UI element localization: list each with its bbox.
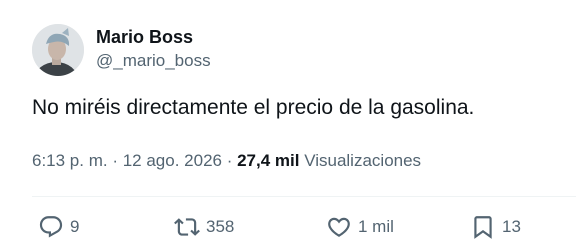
bookmark-button[interactable]: 13: [470, 207, 521, 247]
avatar-image: [32, 24, 84, 76]
retweet-icon: [174, 214, 200, 240]
user-handle[interactable]: @_mario_boss: [96, 50, 211, 72]
views-label[interactable]: Visualizaciones: [299, 151, 421, 170]
bookmark-icon: [470, 214, 496, 240]
action-bar: 9 358 1 mil 13: [0, 207, 576, 247]
display-name[interactable]: Mario Boss: [96, 26, 211, 48]
divider: [32, 196, 576, 197]
retweet-count: 358: [206, 217, 235, 236]
retweet-button[interactable]: 358: [174, 207, 234, 247]
tweet-card: Mario Boss @_mario_boss No miréis direct…: [0, 0, 576, 251]
like-button[interactable]: 1 mil: [326, 207, 394, 247]
tweet-time[interactable]: 6:13 p. m.: [32, 151, 108, 170]
tweet-text: No miréis directamente el precio de la g…: [32, 96, 475, 119]
meta-separator: ·: [107, 151, 123, 170]
tweet-date[interactable]: 12 ago. 2026: [123, 151, 222, 170]
like-icon: [326, 214, 352, 240]
meta-separator: ·: [221, 151, 238, 170]
bookmark-count: 13: [502, 217, 521, 236]
reply-button[interactable]: 9: [38, 207, 79, 247]
avatar[interactable]: [32, 24, 84, 76]
reply-count: 9: [70, 217, 80, 236]
views-count[interactable]: 27,4 mil: [237, 151, 299, 170]
author-block: Mario Boss @_mario_boss: [96, 26, 211, 72]
tweet-meta: 6:13 p. m. · 12 ago. 2026 · 27,4 mil Vis…: [32, 150, 421, 172]
like-count: 1 mil: [358, 217, 394, 236]
reply-icon: [38, 214, 64, 240]
